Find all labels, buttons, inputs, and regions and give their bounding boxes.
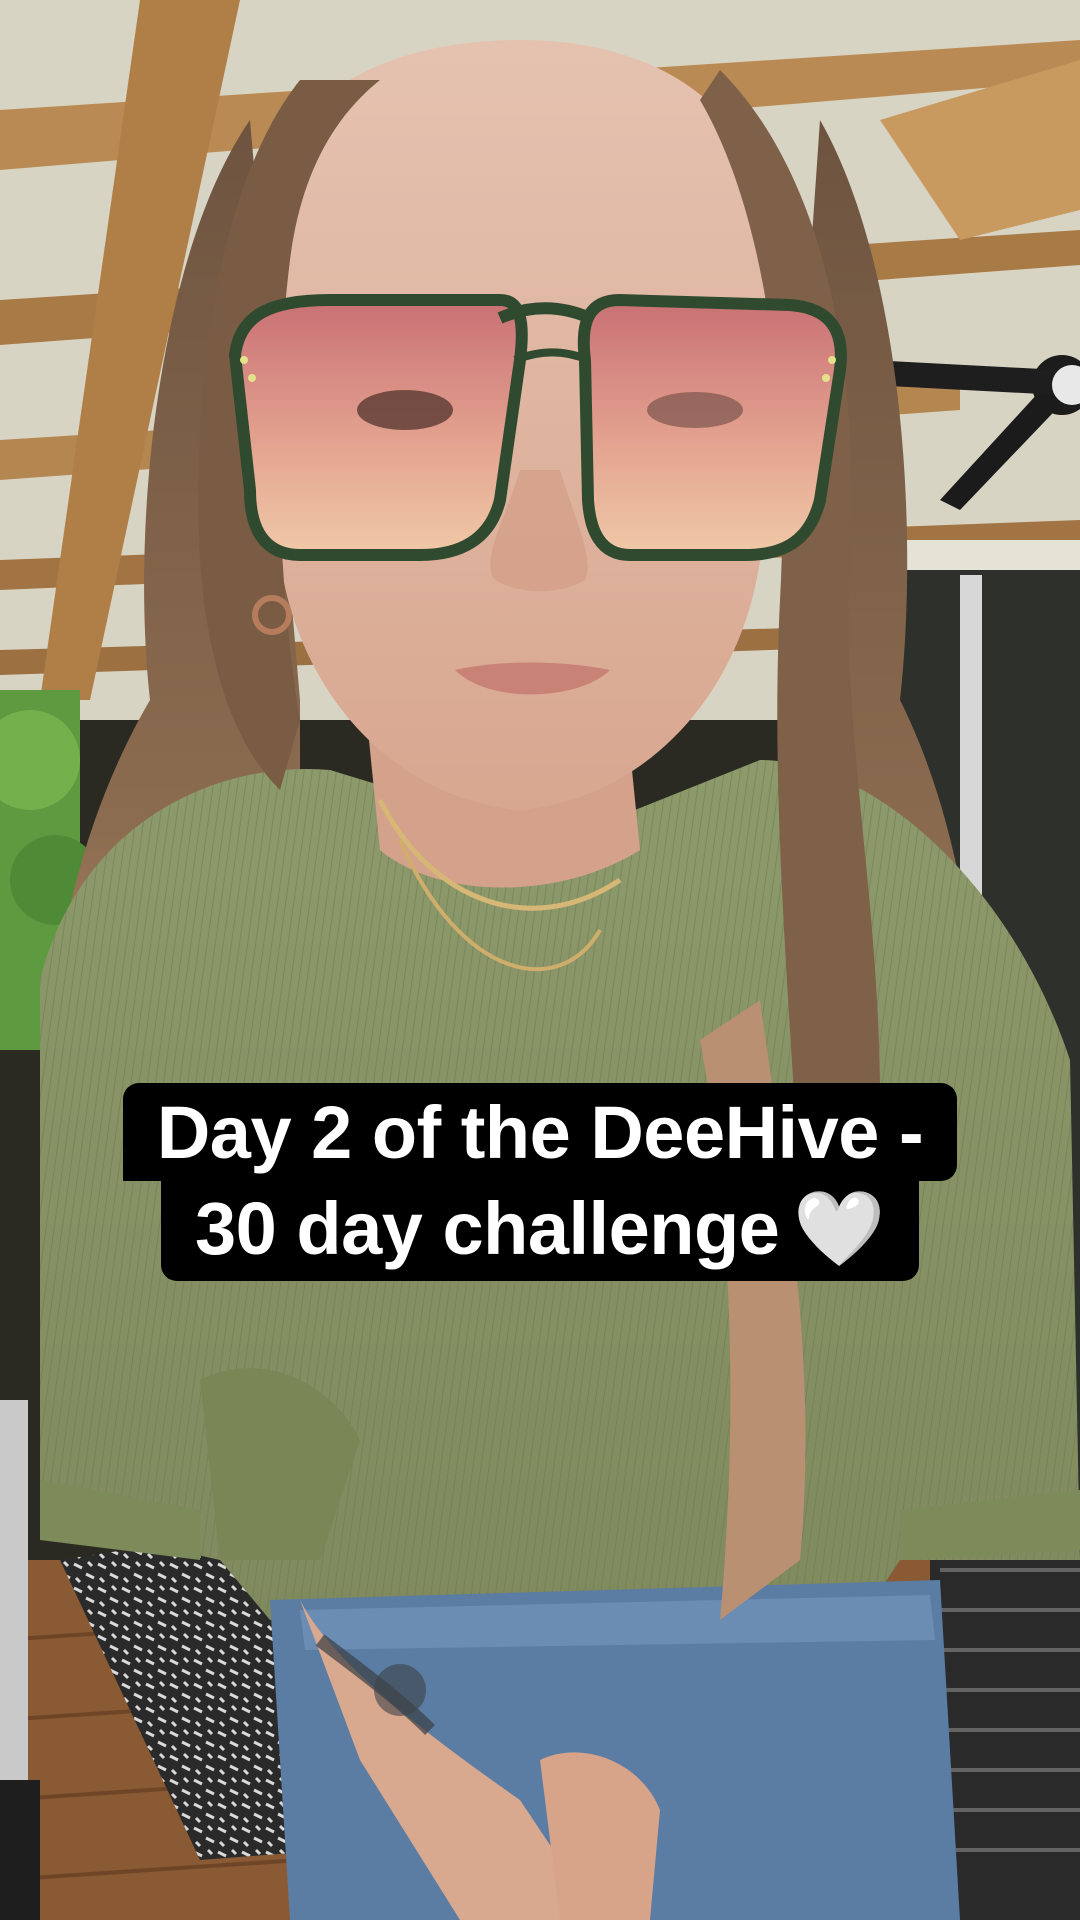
photo-scene — [0, 0, 1080, 1920]
video-frame: Day 2 of the DeeHive - 30 day challenge 🤍 — [0, 0, 1080, 1920]
